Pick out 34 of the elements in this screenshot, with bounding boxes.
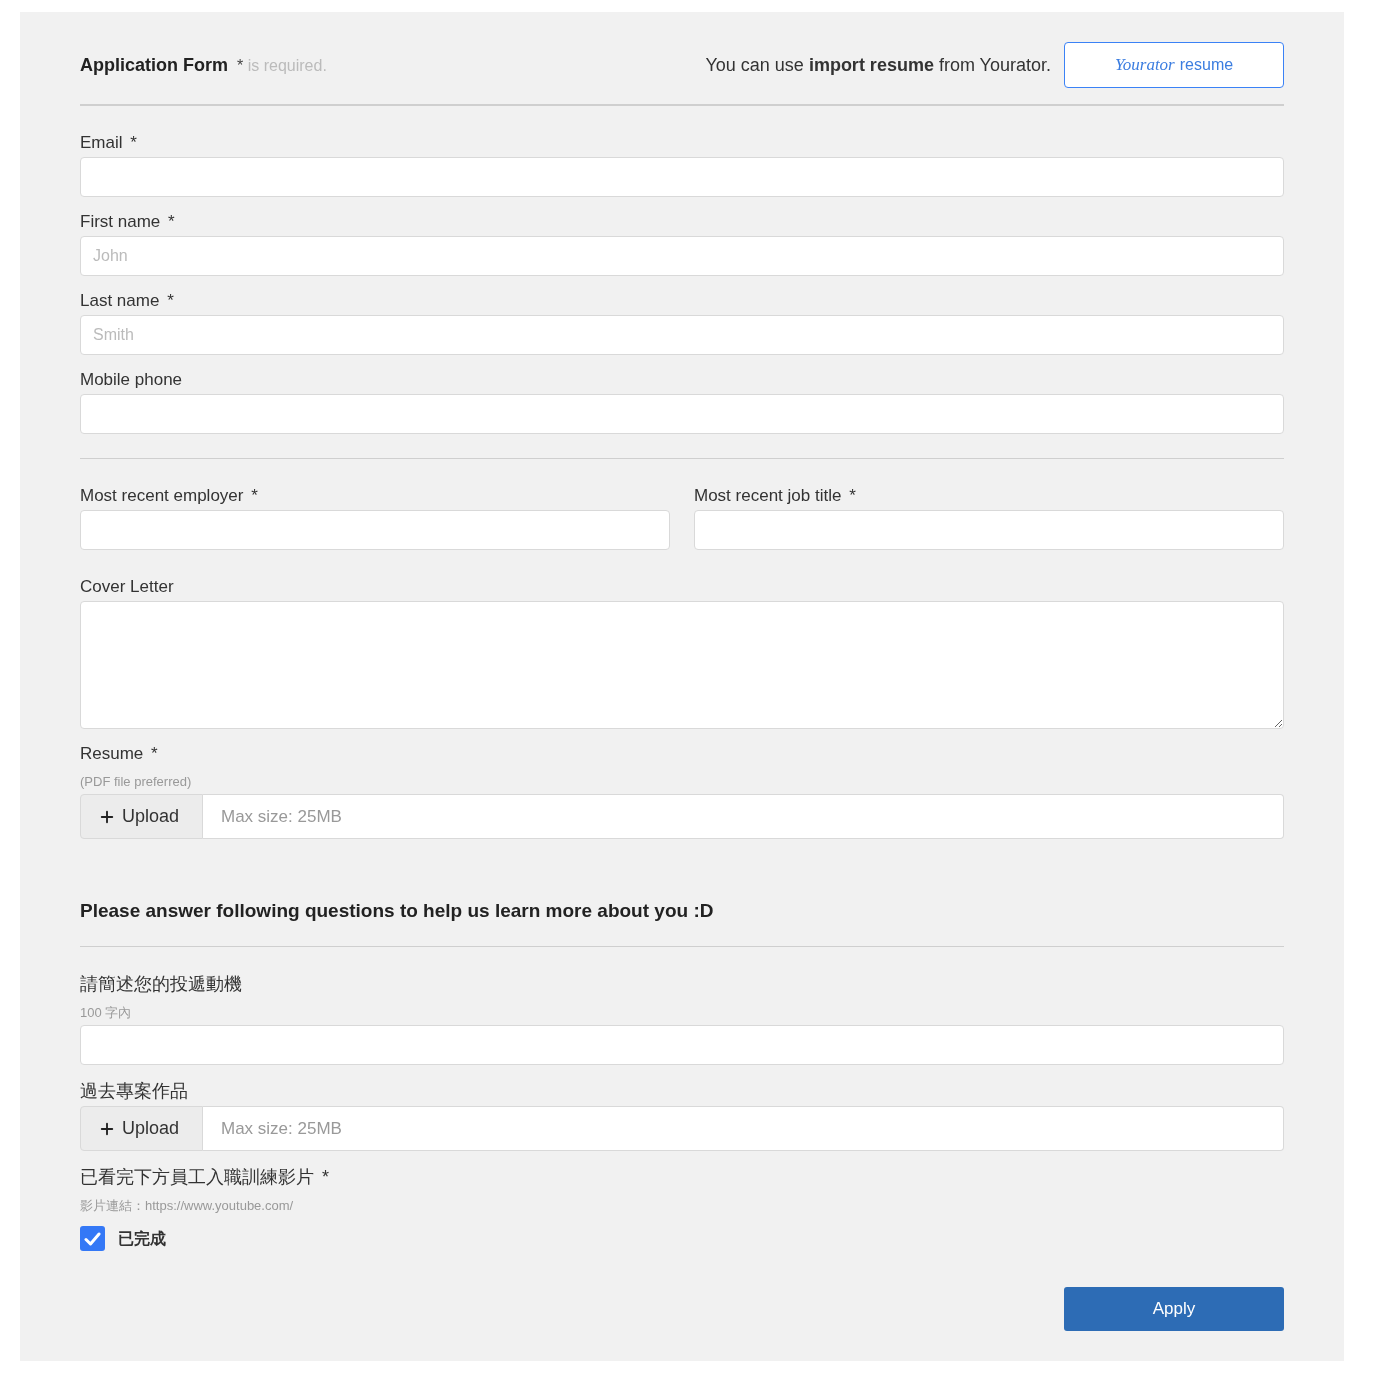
input-field[interactable]: [80, 157, 1284, 197]
upload-button[interactable]: Upload: [80, 794, 203, 839]
field-label: Mobile phone: [80, 370, 183, 390]
file-name-field[interactable]: Max size: 25MB: [203, 794, 1284, 839]
field-label: Most recent job title *: [694, 486, 856, 506]
field-label: Email *: [80, 133, 137, 153]
checkmark-icon: [84, 1231, 101, 1246]
field-label: 過去專案作品: [80, 1080, 188, 1102]
field-hint: 100 字內: [80, 1005, 132, 1021]
apply-button[interactable]: Apply: [1064, 1287, 1284, 1331]
file-name-field[interactable]: Max size: 25MB: [203, 1106, 1284, 1151]
import-hint: You can use import resume from Yourator.: [705, 53, 1051, 77]
field-hint: (PDF file preferred): [80, 774, 192, 790]
input-field[interactable]: [80, 510, 670, 550]
section-heading: Please answer following questions to help us learn more about you :D: [80, 899, 714, 923]
input-field[interactable]: [80, 1025, 1284, 1065]
upload-button[interactable]: Upload: [80, 1106, 203, 1151]
input-field[interactable]: Smith: [80, 315, 1284, 355]
field-label: 已看完下方員工入職訓練影片 *: [80, 1166, 330, 1188]
checkbox-label: 已完成: [118, 1228, 166, 1249]
import-resume-button[interactable]: Yourator resume: [1064, 42, 1284, 88]
field-label: Most recent employer *: [80, 486, 258, 506]
field-label: Cover Letter: [80, 577, 174, 597]
checkbox[interactable]: [80, 1226, 105, 1251]
input-field[interactable]: [80, 394, 1284, 434]
cover-letter-field[interactable]: [80, 601, 1284, 729]
input-field[interactable]: John: [80, 236, 1284, 276]
form-title: Application Form: [80, 53, 228, 77]
field-label: First name *: [80, 212, 175, 232]
field-label: Last name *: [80, 291, 174, 311]
field-label: Resume *: [80, 744, 158, 764]
input-field[interactable]: [694, 510, 1284, 550]
field-label: 請簡述您的投遞動機: [80, 973, 242, 995]
field-hint: 影片連結：https://www.youtube.com/: [80, 1198, 294, 1214]
